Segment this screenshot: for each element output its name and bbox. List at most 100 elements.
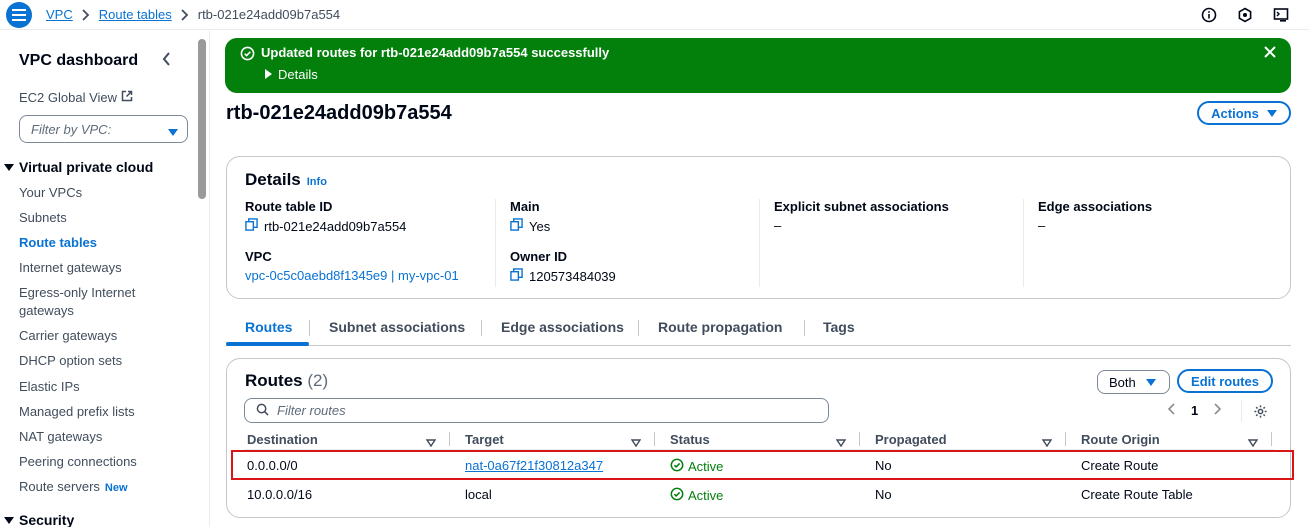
sort-icon[interactable] <box>630 435 642 450</box>
cloudshell-icon[interactable] <box>1271 5 1291 25</box>
flash-details-toggle[interactable]: Details <box>265 67 318 82</box>
info-icon[interactable] <box>1199 5 1219 25</box>
sidebar-title[interactable]: VPC dashboard <box>19 52 138 70</box>
copy-icon[interactable] <box>245 218 258 234</box>
sidebar-section-security[interactable]: Security <box>4 512 74 527</box>
column-header-destination[interactable]: Destination <box>247 432 318 447</box>
details-column-1: Route table ID rtb-021e24add09b7a554 VPC… <box>245 199 459 283</box>
vpc-link[interactable]: vpc-0c5c0aebd8f1345e9 | my-vpc-01 <box>245 268 459 283</box>
routes-header: Routes (2) <box>245 371 328 391</box>
divider <box>759 199 760 287</box>
route-table-id-label: Route table ID <box>245 199 333 214</box>
routes-count: (2) <box>307 371 329 390</box>
breadcrumb-route-tables[interactable]: Route tables <box>99 7 172 22</box>
section-label: Virtual private cloud <box>19 159 154 175</box>
notifications-icon[interactable] <box>1235 5 1255 25</box>
main-label: Main <box>510 199 540 214</box>
divider <box>1241 400 1242 422</box>
caret-down-icon <box>4 159 14 175</box>
close-icon[interactable] <box>1263 45 1277 62</box>
sidebar-item-label: Route servers <box>19 479 100 494</box>
sidebar-section-virtual-private-cloud[interactable]: Virtual private cloud <box>4 159 153 175</box>
chevron-right-icon[interactable] <box>1214 403 1222 418</box>
breadcrumb-current: rtb-021e24add09b7a554 <box>197 7 341 22</box>
chevron-left-icon[interactable] <box>162 52 172 69</box>
page-number[interactable]: 1 <box>1191 403 1198 418</box>
tab-divider <box>638 320 639 336</box>
main-value: Yes <box>529 218 551 234</box>
copy-icon[interactable] <box>510 218 523 234</box>
sidebar-item-managed-prefix-lists[interactable]: Managed prefix lists <box>19 403 199 421</box>
edge-associations-value: – <box>1038 218 1046 233</box>
info-link[interactable]: Info <box>307 176 327 188</box>
caret-down-icon <box>1266 106 1277 121</box>
sidebar-scrollbar[interactable] <box>198 39 206 199</box>
filter-routes-input[interactable]: Filter routes <box>244 398 829 423</box>
table-header: Destination Target Status Propagated Rou… <box>244 430 1274 450</box>
sort-icon[interactable] <box>425 435 437 450</box>
sidebar-item-dhcp-option-sets[interactable]: DHCP option sets <box>19 352 199 370</box>
owner-id-value: 120573484039 <box>529 268 616 284</box>
vpc-filter-placeholder: Filter by VPC: <box>31 121 112 137</box>
status-label: Active <box>688 488 724 503</box>
route-type-value: Both <box>1109 374 1136 390</box>
route-type-select[interactable]: Both <box>1097 370 1170 394</box>
tab-divider <box>804 320 805 336</box>
filter-routes-placeholder: Filter routes <box>277 403 346 418</box>
sidebar-item-nat-gateways[interactable]: NAT gateways <box>19 428 199 446</box>
search-icon <box>256 403 269 419</box>
sidebar-item-route-servers[interactable]: Route servers New <box>19 478 199 497</box>
sort-icon[interactable] <box>1041 435 1053 450</box>
gear-icon[interactable] <box>1253 404 1268 422</box>
details-column-2: Main Yes Owner ID 120573484039 <box>510 199 616 284</box>
check-circle-icon <box>240 46 255 64</box>
tab-edge-associations[interactable]: Edge associations <box>501 319 624 335</box>
chevron-left-icon[interactable] <box>1167 403 1175 418</box>
sidebar-item-label: EC2 Global View <box>19 90 118 105</box>
highlight-annotation-box <box>231 450 1294 480</box>
tab-subnet-associations[interactable]: Subnet associations <box>329 319 465 335</box>
column-header-status[interactable]: Status <box>670 432 710 447</box>
pagination: 1 <box>1167 403 1222 418</box>
sidebar-item-internet-gateways[interactable]: Internet gateways <box>19 259 199 277</box>
sidebar-item-peering-connections[interactable]: Peering connections <box>19 453 199 471</box>
sidebar-item-ec2-global-view[interactable]: EC2 Global View <box>19 90 133 105</box>
tab-bar: Routes Subnet associations Edge associat… <box>226 313 1291 346</box>
flash-message: Updated routes for rtb-021e24add09b7a554… <box>261 45 610 60</box>
details-header: Details Info <box>245 170 327 190</box>
tab-route-propagation[interactable]: Route propagation <box>658 319 782 335</box>
tab-routes[interactable]: Routes <box>245 319 292 335</box>
sidebar-item-route-tables[interactable]: Route tables <box>19 234 199 252</box>
destination-cell: 10.0.0.0/16 <box>247 487 313 502</box>
routes-panel: Routes (2) Both Edit routes Filter route… <box>226 358 1291 518</box>
edit-routes-button[interactable]: Edit routes <box>1177 369 1273 393</box>
column-divider <box>449 432 450 446</box>
table-row[interactable]: 10.0.0.0/16 local Active No Create Route… <box>244 480 1274 508</box>
vpc-filter-select[interactable]: Filter by VPC: <box>19 115 188 143</box>
tab-tags[interactable]: Tags <box>823 319 855 335</box>
divider <box>1023 199 1024 287</box>
sort-icon[interactable] <box>1247 435 1259 450</box>
column-header-route-origin[interactable]: Route Origin <box>1081 432 1160 447</box>
breadcrumb-vpc[interactable]: VPC <box>46 7 73 22</box>
sidebar-item-subnets[interactable]: Subnets <box>19 209 199 227</box>
sidebar-item-your-vpcs[interactable]: Your VPCs <box>19 184 199 202</box>
sidebar-item-elastic-ips[interactable]: Elastic IPs <box>19 378 199 396</box>
copy-icon[interactable] <box>510 268 523 284</box>
details-column-4: Edge associations – <box>1038 199 1152 233</box>
tab-divider <box>309 320 310 336</box>
column-header-target[interactable]: Target <box>465 432 504 447</box>
actions-button[interactable]: Actions <box>1197 101 1291 125</box>
check-circle-icon <box>670 487 684 504</box>
column-header-propagated[interactable]: Propagated <box>875 432 947 447</box>
sort-icon[interactable] <box>835 435 847 450</box>
success-flash-banner: Updated routes for rtb-021e24add09b7a554… <box>225 38 1291 93</box>
page-title: rtb-021e24add09b7a554 <box>226 102 452 124</box>
sidebar-item-egress-only-internet-gateways[interactable]: Egress-only Internet gateways <box>19 284 149 320</box>
new-badge: New <box>104 482 128 494</box>
menu-icon[interactable] <box>6 2 32 28</box>
column-divider <box>1271 432 1272 446</box>
explicit-subnet-associations-value: – <box>774 218 782 233</box>
active-tab-indicator <box>226 342 309 346</box>
sidebar-item-carrier-gateways[interactable]: Carrier gateways <box>19 327 199 345</box>
